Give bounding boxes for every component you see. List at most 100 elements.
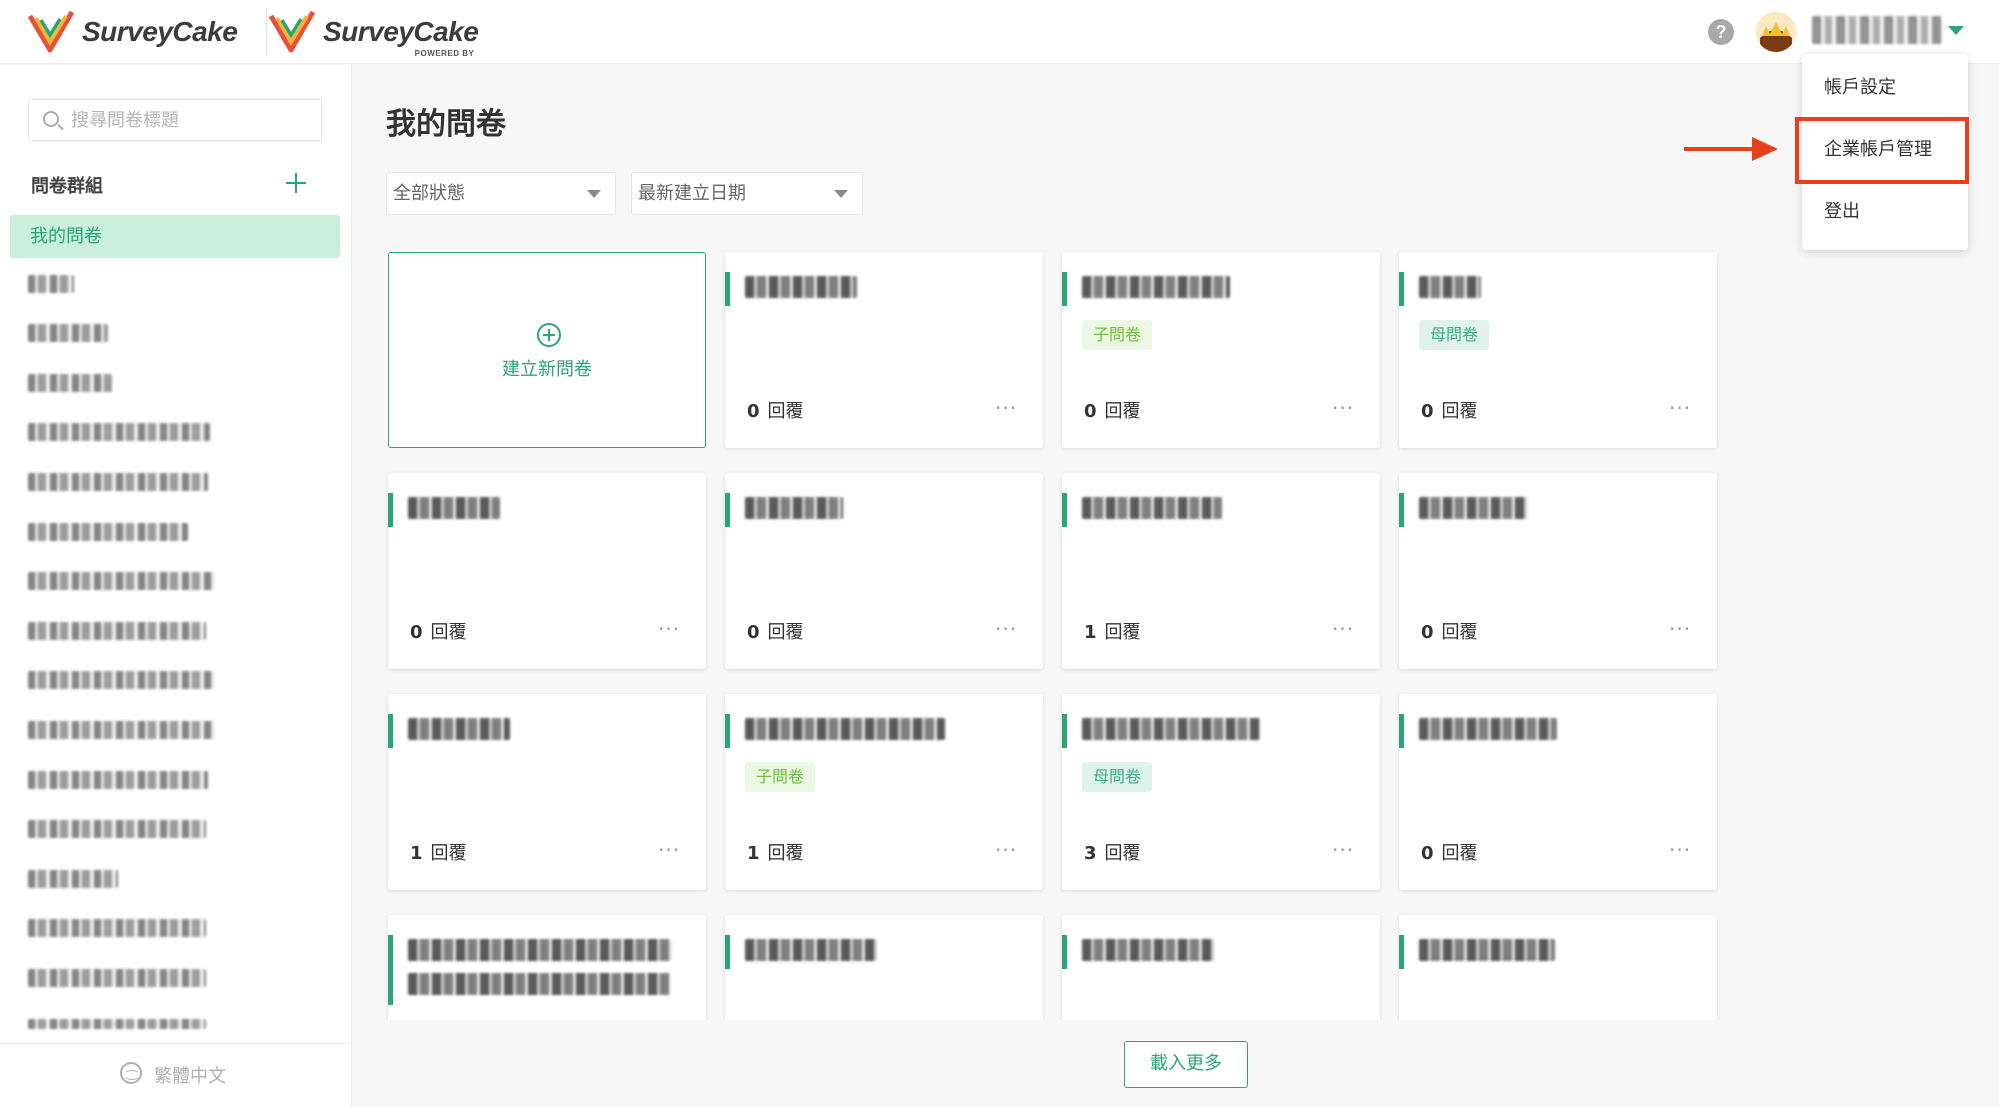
surveycake-powered-logo[interactable]: SurveyCake POWERED BY (266, 8, 479, 58)
survey-card[interactable]: 0 回覆 ··· (725, 252, 1043, 448)
more-options-icon[interactable]: ··· (1669, 619, 1691, 639)
more-options-icon[interactable]: ··· (1332, 398, 1354, 418)
reply-count: 3 回覆 (1084, 843, 1141, 864)
cake-logo-icon (28, 10, 75, 53)
sidebar-item-blurred[interactable] (28, 870, 118, 888)
survey-card[interactable]: 母問卷 3 回覆 ··· (1062, 694, 1380, 890)
sidebar-item-blurred[interactable] (28, 622, 206, 640)
reply-count: 0 回覆 (1421, 401, 1478, 422)
survey-card[interactable]: 0 回覆 ··· (388, 473, 706, 669)
powered-by-label: POWERED BY (414, 49, 475, 58)
user-name-blurred[interactable] (1812, 16, 1942, 44)
add-group-icon[interactable] (286, 173, 306, 193)
menu-item-logout[interactable]: 登出 (1802, 184, 1968, 240)
card-accent-bar (725, 493, 730, 527)
survey-title-blurred (408, 973, 670, 995)
sidebar-item-blurred[interactable] (28, 523, 188, 541)
logo-text: SurveyCake (82, 16, 238, 47)
reply-count: 0 回覆 (1421, 622, 1478, 643)
survey-card[interactable]: 0 回覆 ··· (725, 473, 1043, 669)
survey-title-blurred (745, 939, 877, 961)
sort-filter-select[interactable]: 最新建立日期 (631, 172, 863, 215)
search-input[interactable] (71, 100, 311, 140)
sidebar-item-blurred[interactable] (28, 423, 210, 441)
sidebar-item-blurred[interactable] (28, 374, 112, 392)
sidebar-item-blurred[interactable] (28, 771, 208, 789)
survey-title-blurred (1082, 718, 1260, 740)
user-menu-caret-icon[interactable] (1948, 26, 1964, 35)
more-options-icon[interactable]: ··· (995, 398, 1017, 418)
card-accent-bar (1399, 272, 1404, 306)
create-survey-card[interactable]: 建立新問卷 (388, 252, 706, 448)
annotation-highlight-box (1795, 117, 1969, 184)
reply-count: 1 回覆 (410, 843, 467, 864)
help-icon[interactable]: ? (1708, 19, 1734, 45)
more-options-icon[interactable]: ··· (1669, 398, 1691, 418)
card-accent-bar (725, 272, 730, 306)
avatar[interactable] (1756, 12, 1796, 52)
survey-card[interactable]: 1 回覆 ··· (388, 694, 706, 890)
survey-group-title: 問卷群組 (31, 176, 103, 197)
survey-title-blurred (408, 718, 510, 740)
sidebar-item-blurred[interactable] (28, 969, 206, 987)
globe-icon (120, 1062, 142, 1084)
sidebar-item-blurred[interactable] (28, 671, 214, 689)
survey-title-blurred (745, 497, 843, 519)
reply-count: 1 回覆 (1084, 622, 1141, 643)
survey-title-blurred (408, 939, 672, 961)
survey-card[interactable]: 子問卷 0 回覆 ··· (1062, 252, 1380, 448)
sidebar-item-blurred[interactable] (28, 324, 108, 342)
reply-count: 0 回覆 (410, 622, 467, 643)
survey-title-blurred (1419, 276, 1481, 298)
cake-logo-icon (269, 10, 316, 53)
search-icon (43, 111, 59, 127)
survey-card[interactable]: 子問卷 1 回覆 ··· (725, 694, 1043, 890)
sidebar-item-blurred[interactable] (28, 1019, 206, 1029)
parent-survey-badge: 母問卷 (1082, 762, 1153, 792)
avatar-cake-icon (1756, 12, 1796, 52)
top-header: SurveyCake SurveyCake POWERED BY ? (0, 0, 1999, 64)
more-options-icon[interactable]: ··· (995, 840, 1017, 860)
more-options-icon[interactable]: ··· (1332, 619, 1354, 639)
card-accent-bar (725, 714, 730, 748)
sidebar-item-blurred[interactable] (28, 275, 74, 293)
card-accent-bar (1062, 935, 1067, 969)
sidebar-item-blurred[interactable] (28, 572, 214, 590)
sidebar-item-blurred[interactable] (28, 919, 206, 937)
survey-title-blurred (1419, 718, 1557, 740)
survey-card[interactable]: 1 回覆 ··· (1062, 473, 1380, 669)
survey-card[interactable]: 母問卷 0 回覆 ··· (1399, 252, 1717, 448)
sidebar-item-blurred[interactable] (28, 721, 214, 739)
reply-count: 0 回覆 (747, 622, 804, 643)
add-circle-icon (537, 323, 561, 347)
more-options-icon[interactable]: ··· (658, 840, 680, 860)
create-survey-label: 建立新問卷 (502, 359, 592, 380)
card-accent-bar (1062, 714, 1067, 748)
language-label: 繁體中文 (154, 1066, 226, 1087)
status-filter-value: 全部狀態 (393, 183, 465, 204)
reply-count: 0 回覆 (1421, 843, 1478, 864)
survey-card[interactable]: 0 回覆 ··· (1399, 473, 1717, 669)
survey-title-blurred (745, 276, 857, 298)
survey-title-blurred (1082, 939, 1214, 961)
status-filter-select[interactable]: 全部狀態 (386, 172, 616, 215)
more-options-icon[interactable]: ··· (1332, 840, 1354, 860)
menu-item-account-settings[interactable]: 帳戶設定 (1802, 60, 1968, 116)
load-more-button[interactable]: 載入更多 (1124, 1041, 1248, 1088)
sidebar-item-blurred[interactable] (28, 820, 206, 838)
language-switcher[interactable]: 繁體中文 (0, 1043, 351, 1107)
more-options-icon[interactable]: ··· (995, 619, 1017, 639)
survey-card[interactable]: 0 回覆 ··· (1399, 694, 1717, 890)
surveycake-logo[interactable]: SurveyCake (28, 8, 238, 56)
sidebar-item-blurred[interactable] (28, 473, 208, 491)
sidebar-item-my-surveys[interactable]: 我的問卷 (10, 215, 340, 258)
reply-count: 0 回覆 (747, 401, 804, 422)
card-accent-bar (1062, 493, 1067, 527)
card-accent-bar (1062, 272, 1067, 306)
survey-title-blurred (1419, 939, 1555, 961)
more-options-icon[interactable]: ··· (1669, 840, 1691, 860)
card-accent-bar (388, 493, 393, 527)
more-options-icon[interactable]: ··· (658, 619, 680, 639)
parent-survey-badge: 母問卷 (1419, 320, 1490, 350)
survey-title-blurred (1419, 497, 1527, 519)
